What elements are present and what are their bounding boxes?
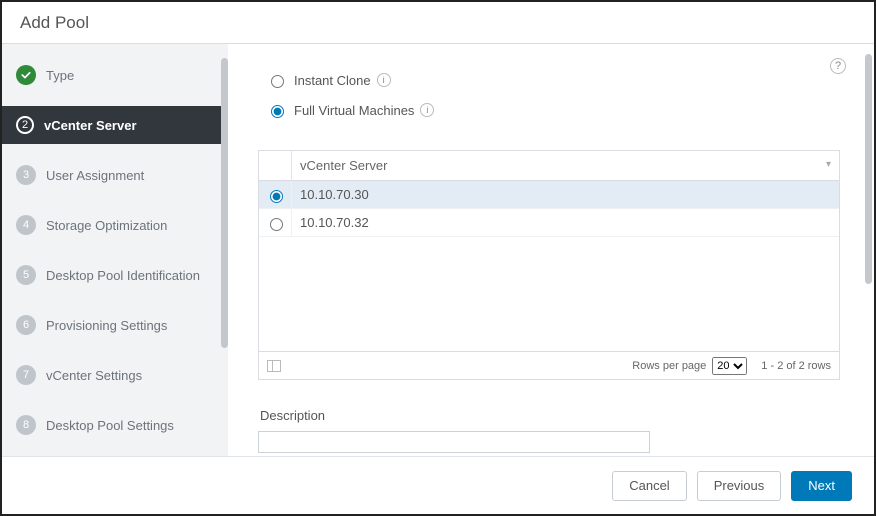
cancel-button[interactable]: Cancel bbox=[612, 471, 686, 501]
step-badge: 4 bbox=[16, 215, 36, 235]
previous-button[interactable]: Previous bbox=[697, 471, 782, 501]
radio-instant-label: Instant Clone bbox=[294, 73, 371, 88]
table-header-name[interactable]: vCenter Server ▾ bbox=[291, 151, 839, 180]
add-pool-dialog: Add Pool Type 2 vCenter Server 3 User Assign… bbox=[0, 0, 876, 516]
sidebar-scrollbar[interactable] bbox=[221, 58, 228, 348]
rows-per-page-select[interactable]: 20 bbox=[712, 357, 747, 375]
table-row[interactable]: 10.10.70.30 bbox=[259, 181, 839, 209]
step-label: Desktop Pool Settings bbox=[46, 418, 174, 433]
wizard-sidebar: Type 2 vCenter Server 3 User Assignment 4 Stor… bbox=[2, 44, 228, 458]
description-input[interactable] bbox=[258, 431, 650, 453]
step-label: vCenter Server bbox=[44, 118, 137, 133]
columns-icon[interactable] bbox=[267, 360, 281, 372]
wizard-step-desktop-pool-settings[interactable]: 8 Desktop Pool Settings bbox=[2, 406, 228, 444]
radio-instant-clone[interactable] bbox=[271, 75, 284, 88]
next-button[interactable]: Next bbox=[791, 471, 852, 501]
wizard-step-vcenter-settings[interactable]: 7 vCenter Settings bbox=[2, 356, 228, 394]
description-label: Description bbox=[260, 408, 846, 423]
row-name: 10.10.70.32 bbox=[291, 209, 839, 236]
wizard-step-storage-optimization[interactable]: 4 Storage Optimization bbox=[2, 206, 228, 244]
wizard-main: ? Instant Clone i Full Virtual Machines … bbox=[228, 44, 874, 458]
dialog-footer: Cancel Previous Next bbox=[2, 456, 874, 514]
clone-option-full[interactable]: Full Virtual Machines i bbox=[266, 96, 846, 124]
row-radio-cell bbox=[259, 215, 291, 231]
clone-option-instant[interactable]: Instant Clone i bbox=[266, 66, 846, 94]
step-label: Provisioning Settings bbox=[46, 318, 167, 333]
wizard-step-user-assignment[interactable]: 3 User Assignment bbox=[2, 156, 228, 194]
help-icon[interactable]: ? bbox=[830, 58, 846, 74]
dialog-body: Type 2 vCenter Server 3 User Assignment 4 Stor… bbox=[2, 44, 874, 458]
info-icon[interactable]: i bbox=[420, 103, 434, 117]
table-row[interactable]: 10.10.70.32 bbox=[259, 209, 839, 237]
step-label: Desktop Pool Identification bbox=[46, 268, 200, 283]
step-badge: 3 bbox=[16, 165, 36, 185]
step-badge: 2 bbox=[16, 116, 34, 134]
pagination-range: 1 - 2 of 2 rows bbox=[761, 360, 831, 372]
wizard-step-vcenter-server[interactable]: 2 vCenter Server bbox=[2, 106, 228, 144]
wizard-step-provisioning-settings[interactable]: 6 Provisioning Settings bbox=[2, 306, 228, 344]
row-radio[interactable] bbox=[270, 218, 283, 231]
step-badge: 6 bbox=[16, 315, 36, 335]
row-radio-cell bbox=[259, 187, 291, 203]
radio-full-vm[interactable] bbox=[271, 105, 284, 118]
step-label: User Assignment bbox=[46, 168, 144, 183]
row-radio[interactable] bbox=[270, 190, 283, 203]
row-name: 10.10.70.30 bbox=[291, 181, 839, 208]
dialog-title-text: Add Pool bbox=[20, 13, 89, 33]
main-scrollbar[interactable] bbox=[865, 54, 872, 284]
radio-full-label: Full Virtual Machines bbox=[294, 103, 414, 118]
table-footer: Rows per page 20 1 - 2 of 2 rows bbox=[259, 351, 839, 379]
step-badge: 7 bbox=[16, 365, 36, 385]
rows-per-page-label: Rows per page bbox=[632, 360, 706, 372]
wizard-step-type[interactable]: Type bbox=[2, 56, 228, 94]
table-header-row: vCenter Server ▾ bbox=[259, 151, 839, 181]
dialog-title: Add Pool bbox=[2, 2, 874, 44]
step-label: Type bbox=[46, 68, 74, 83]
step-badge: 8 bbox=[16, 415, 36, 435]
step-badge: 5 bbox=[16, 265, 36, 285]
info-icon[interactable]: i bbox=[377, 73, 391, 87]
step-label: vCenter Settings bbox=[46, 368, 142, 383]
table-header-label: vCenter Server bbox=[300, 158, 387, 173]
wizard-step-desktop-pool-identification[interactable]: 5 Desktop Pool Identification bbox=[2, 256, 228, 294]
step-label: Storage Optimization bbox=[46, 218, 167, 233]
table-body: 10.10.70.3010.10.70.32 bbox=[259, 181, 839, 351]
step-badge bbox=[16, 65, 36, 85]
vcenter-table: vCenter Server ▾ 10.10.70.3010.10.70.32 … bbox=[258, 150, 840, 380]
sort-icon[interactable]: ▾ bbox=[826, 159, 831, 170]
